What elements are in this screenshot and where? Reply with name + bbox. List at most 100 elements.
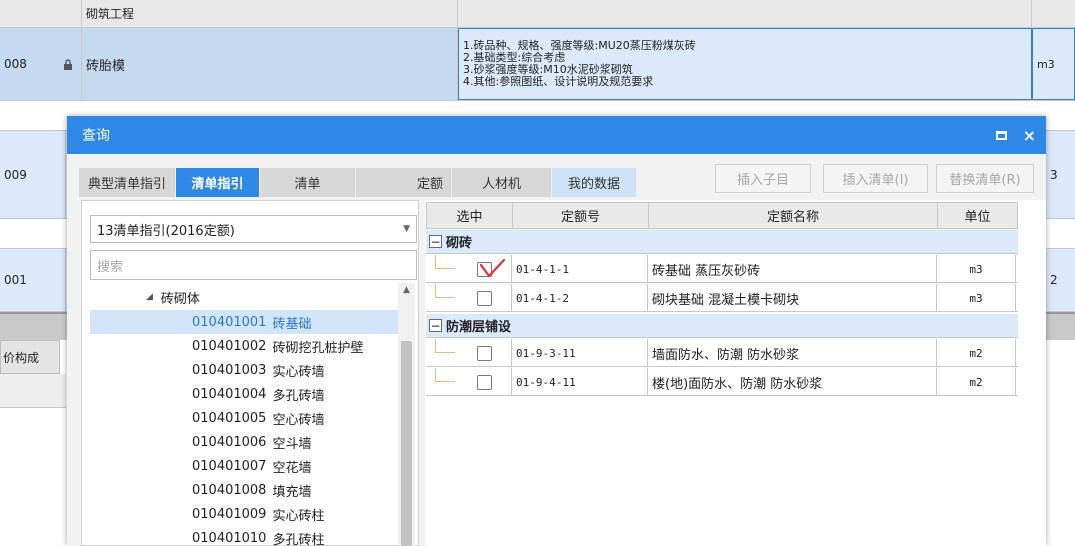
- select-cell: [426, 368, 512, 396]
- item-code: 010401008: [192, 482, 267, 498]
- col-header-name[interactable]: 定额名称: [649, 203, 938, 228]
- row-code: 008: [4, 57, 27, 71]
- tab-list-guide[interactable]: 清单指引: [176, 168, 260, 197]
- tree-group-label: 砖砌体: [160, 291, 200, 307]
- row-code-cell: 008: [0, 28, 82, 100]
- tree-item[interactable]: 010401001 砖基础: [90, 310, 400, 334]
- select-cell: [426, 339, 512, 367]
- tree-item[interactable]: 010401004 多孔砖墙: [90, 382, 400, 406]
- quota-unit: m2: [937, 339, 1016, 367]
- table-row[interactable]: 01-4-1-2 砌块基础 混凝土模卡砌块 m3: [426, 284, 1018, 312]
- tab-price-composition[interactable]: 价构成: [0, 340, 60, 374]
- tree-line: [435, 352, 455, 353]
- col-header-unit[interactable]: 单位: [938, 203, 1017, 228]
- quota-name: 砌块基础 混凝土模卡砌块: [648, 284, 937, 312]
- scroll-thumb[interactable]: [401, 341, 412, 546]
- col-header-select[interactable]: 选中: [427, 203, 513, 228]
- item-name: 实心砖柱: [272, 508, 325, 524]
- item-name: 多孔砖墙: [272, 388, 325, 404]
- table-group-row[interactable]: − 砌砖: [426, 230, 1018, 254]
- tree-line: [435, 339, 436, 353]
- quota-code: 01-9-4-11: [512, 368, 648, 396]
- dialog-tabs: 典型清单指引 清单指引 清单 定额 人材机 我的数据: [79, 168, 637, 197]
- tree-item[interactable]: 010401005 空心砖墙: [90, 406, 400, 430]
- item-name: 砖基础: [272, 316, 312, 332]
- tree-line: [435, 284, 436, 298]
- tree-item[interactable]: 010401007 空花墙: [90, 454, 400, 478]
- quota-name: 楼(地)面防水、防潮 防水砂浆: [648, 368, 937, 396]
- close-icon[interactable]: ×: [1023, 126, 1036, 145]
- item-code: 010401001: [192, 314, 267, 330]
- row-checkbox[interactable]: [477, 291, 492, 306]
- group-label: 防潮层铺设: [446, 320, 512, 335]
- query-dialog: 查询 × 典型清单指引 清单指引 清单 定额 人材机 我的数据 插入子目 插入清…: [67, 116, 1046, 546]
- guide-tree: ◢ 砖砌体 010401001 砖基础 010401002 砖砌挖孔桩护壁 0104…: [90, 285, 400, 546]
- group-label: 砌砖: [446, 236, 473, 251]
- collapse-minus-icon[interactable]: −: [429, 319, 442, 332]
- tab-typical-list-guide[interactable]: 典型清单指引: [79, 168, 176, 197]
- table-row[interactable]: 01-9-3-11 墙面防水、防潮 防水砂浆 m2: [426, 339, 1018, 367]
- tree-item[interactable]: 010401009 实心砖柱: [90, 502, 400, 526]
- search-input[interactable]: 搜索: [90, 250, 417, 280]
- quota-unit: m3: [937, 284, 1016, 312]
- grid-cell: [458, 0, 1032, 27]
- quota-unit: m3: [937, 255, 1016, 283]
- item-code: 010401007: [192, 458, 267, 474]
- insert-child-button[interactable]: 插入子目: [715, 164, 811, 193]
- col-header-code[interactable]: 定额号: [513, 203, 649, 228]
- collapse-minus-icon[interactable]: −: [429, 235, 442, 248]
- item-code: 010401002: [192, 338, 267, 354]
- grid-header-row: 砌筑工程: [0, 0, 1075, 28]
- item-name: 空心砖墙: [272, 412, 325, 428]
- tab-my-data[interactable]: 我的数据: [552, 168, 637, 197]
- tree-item[interactable]: 010401002 砖砌挖孔桩护壁: [90, 334, 400, 358]
- tree-scrollbar[interactable]: ▲: [398, 283, 415, 546]
- quota-table-pane: 选中 定额号 定额名称 单位 − 砌砖 01-4-1-1 砖基础 蒸压灰砂砖 m…: [425, 200, 1046, 546]
- maximize-icon[interactable]: [995, 130, 1007, 140]
- tab-labor-material-machine[interactable]: 人材机: [452, 168, 552, 197]
- quota-code: 01-9-3-11: [512, 339, 648, 367]
- tree-item[interactable]: 010401003 实心砖墙: [90, 358, 400, 382]
- row-code: 001: [0, 249, 66, 311]
- item-code: 010401010: [192, 530, 267, 546]
- row-tail: 3: [1050, 167, 1058, 182]
- quota-unit: m2: [937, 368, 1016, 396]
- item-name: 多孔砖柱: [272, 532, 325, 546]
- item-code: 010401003: [192, 362, 267, 378]
- insert-list-button[interactable]: 插入清单(I): [823, 164, 928, 193]
- guide-version-select[interactable]: 13清单指引(2016定额) ▼: [90, 215, 417, 243]
- item-code: 010401004: [192, 386, 267, 402]
- section-title: 砌筑工程: [82, 0, 458, 27]
- item-name: 空花墙: [272, 460, 312, 476]
- table-group-row[interactable]: − 防潮层铺设: [426, 314, 1018, 338]
- tree-group-brick-masonry[interactable]: ◢ 砖砌体: [90, 285, 200, 309]
- quota-name: 墙面防水、防潮 防水砂浆: [648, 339, 937, 367]
- tab-quota[interactable]: 定额: [356, 168, 452, 197]
- tree-item[interactable]: 010401008 填充墙: [90, 478, 400, 502]
- table-header: 选中 定额号 定额名称 单位: [426, 202, 1018, 229]
- replace-list-button[interactable]: 替换清单(R): [936, 164, 1034, 193]
- row-tail: 2: [1050, 273, 1058, 287]
- table-row[interactable]: 01-9-4-11 楼(地)面防水、防潮 防水砂浆 m2: [426, 368, 1018, 396]
- chevron-down-icon[interactable]: ▼: [403, 224, 410, 234]
- grid-cell: [0, 0, 82, 27]
- item-code: 010401006: [192, 434, 267, 450]
- select-cell: [426, 255, 512, 283]
- dialog-titlebar[interactable]: 查询 ×: [67, 116, 1046, 154]
- grid-row-008[interactable]: 008 砖胎模 1.砖品种、规格、强度等级:MU20蒸压粉煤灰砖 2.基础类型:…: [0, 28, 1075, 101]
- table-row[interactable]: 01-4-1-1 砖基础 蒸压灰砂砖 m3: [426, 255, 1018, 283]
- checkmark-icon: [480, 259, 506, 278]
- collapse-triangle-icon[interactable]: ◢: [146, 292, 153, 302]
- item-name: 填充墙: [272, 484, 312, 500]
- desc-line: 4.其他:参照图纸、设计说明及规范要求: [463, 75, 654, 88]
- quota-name: 砖基础 蒸压灰砂砖: [648, 255, 937, 283]
- row-checkbox[interactable]: [477, 346, 492, 361]
- quota-code: 01-4-1-1: [512, 255, 648, 283]
- scroll-up-icon[interactable]: ▲: [398, 283, 415, 297]
- item-code: 010401005: [192, 410, 267, 426]
- tree-item[interactable]: 010401006 空斗墙: [90, 430, 400, 454]
- row-checkbox[interactable]: [477, 375, 492, 390]
- tree-item[interactable]: 010401010 多孔砖柱: [90, 526, 400, 546]
- tab-list[interactable]: 清单: [260, 168, 356, 197]
- tree-line: [435, 297, 455, 298]
